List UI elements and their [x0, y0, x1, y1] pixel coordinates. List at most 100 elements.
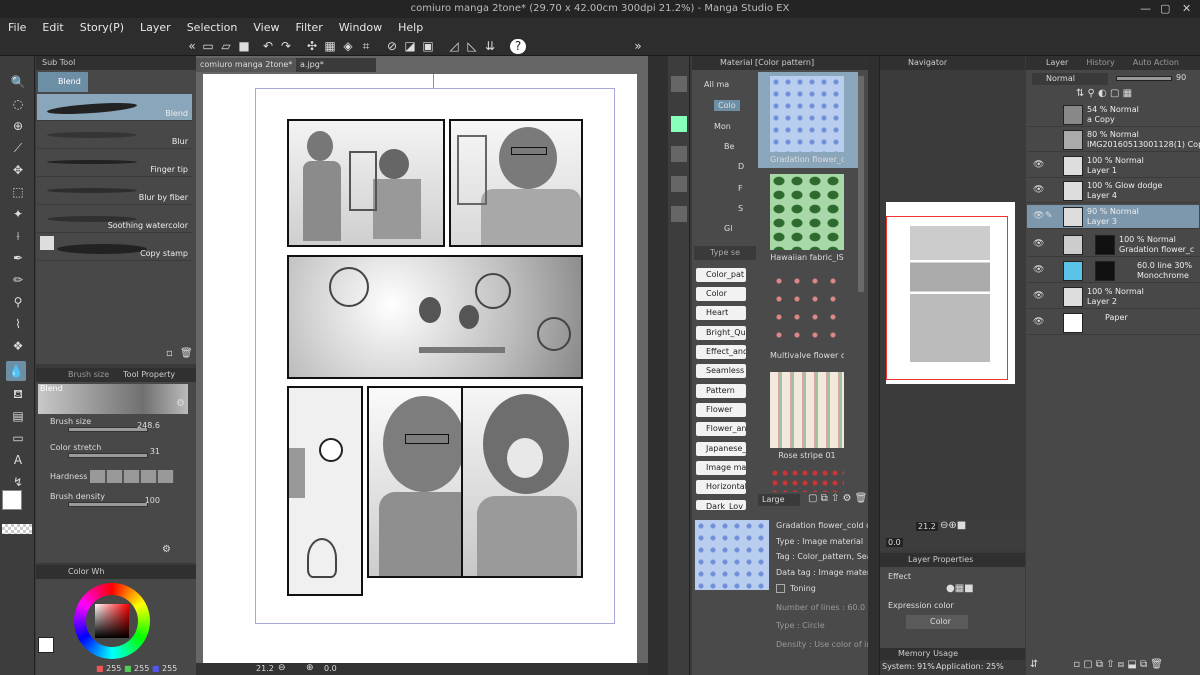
comic-panel-1[interactable] [287, 119, 445, 247]
layer-tab[interactable]: Layer [1046, 58, 1068, 67]
marquee-tool-icon[interactable]: ⬚ [8, 182, 28, 202]
visibility-eye-icon[interactable]: 👁 [1033, 185, 1044, 195]
tree-color-pattern[interactable]: Colo [714, 100, 740, 111]
comic-panel-2[interactable] [449, 119, 583, 247]
tag-dark-lov[interactable]: Dark_Lov [696, 500, 746, 510]
undo-icon[interactable]: ↶ [260, 39, 276, 54]
text-tool-icon[interactable]: A [8, 450, 28, 470]
visibility-eye-icon[interactable]: 👁 [1033, 239, 1044, 249]
menu-filter[interactable]: Filter [288, 18, 331, 38]
brush-blur[interactable]: Blur [37, 122, 192, 149]
visibility-eye-icon[interactable]: 👁 [1033, 211, 1044, 221]
view-size-select[interactable]: Large [758, 494, 800, 506]
material-dock-icon-5[interactable] [671, 206, 687, 222]
brush-soothing-watercolor[interactable]: Soothing watercolor [37, 206, 192, 233]
tree-item-f[interactable]: F [738, 184, 743, 193]
clear-icon[interactable]: ▦ [322, 39, 338, 54]
expression-color-select[interactable]: Color [906, 615, 968, 629]
figure-icon[interactable]: ▭ [8, 428, 28, 448]
tag-heart[interactable]: Heart [696, 306, 746, 320]
tag-color[interactable]: Color [696, 287, 746, 301]
material-dock-icon-2[interactable] [671, 116, 687, 132]
toning-checkbox[interactable] [776, 584, 785, 593]
line-tool-icon[interactable]: ⟋ [8, 138, 28, 158]
history-tab[interactable]: History [1086, 58, 1114, 67]
settings-icon[interactable]: ⚙ [162, 544, 171, 555]
layer-row[interactable]: 👁 100 % Normal Layer 1 [1027, 154, 1199, 178]
material-dock-icon-4[interactable] [671, 176, 687, 192]
tree-item-gl[interactable]: Gl [724, 224, 732, 233]
saturation-square[interactable] [95, 604, 129, 638]
manga-page[interactable] [203, 74, 637, 664]
layer-option-icons[interactable]: ⇅ ⚲ ◐ ▢ ▦ [1076, 88, 1132, 99]
material-item-gradation-flower[interactable]: Gradation flower_cold co [770, 76, 844, 164]
close-button[interactable]: ✕ [1182, 2, 1191, 15]
selection-border-icon[interactable]: ▣ [420, 39, 436, 54]
wrench-icon[interactable]: ⚙ [176, 398, 185, 409]
material-scrollbar[interactable] [858, 76, 864, 292]
menu-view[interactable]: View [245, 18, 287, 38]
deselect-icon[interactable]: ⊘ [384, 39, 400, 54]
tree-item-d[interactable]: D [738, 162, 744, 171]
save-icon[interactable]: ■ [236, 39, 252, 54]
layer-row[interactable]: 👁 60.0 line 30% Monochrome [1027, 259, 1199, 283]
tag-pattern[interactable]: Pattern [696, 384, 746, 398]
visibility-eye-icon[interactable]: 👁 [1033, 291, 1044, 301]
color-stretch-value[interactable]: 31 [136, 447, 160, 456]
gradient-icon[interactable]: ▤ [8, 406, 28, 426]
new-subtool-icon[interactable]: ▫ [166, 348, 173, 359]
pencil-icon[interactable]: ✏ [8, 270, 28, 290]
brush-icon[interactable]: ⚲ [8, 292, 28, 312]
new-file-icon[interactable]: ▭ [200, 39, 216, 54]
tag-horizontal[interactable]: Horizontal [696, 480, 746, 494]
tree-item-s[interactable]: S [738, 204, 743, 213]
opacity-value[interactable]: 90 [1176, 73, 1186, 82]
quick-brush-size[interactable]: 21.2 [916, 522, 938, 531]
sub-tool-group-tab[interactable]: Blend [38, 72, 88, 92]
material-item-hawaiian-fabric[interactable]: Hawaiian fabric_IS [770, 174, 844, 262]
layer-row-selected[interactable]: 👁 ✎ 90 % Normal Layer 3 [1027, 205, 1199, 229]
auto-select-icon[interactable]: ✦ [8, 204, 28, 224]
blend-mode-select[interactable]: Normal [1032, 73, 1108, 85]
help-icon[interactable]: ? [510, 39, 526, 54]
material-dock-icon-1[interactable] [671, 76, 687, 92]
opacity-slider[interactable] [1116, 76, 1172, 81]
quick-angle[interactable]: 0.0 [886, 538, 903, 547]
tag-color-pattern[interactable]: Color_pat [696, 268, 746, 282]
main-color-swatch[interactable] [2, 490, 22, 510]
comic-panel-6[interactable] [461, 386, 583, 578]
correct-line-icon[interactable]: ↯ [8, 472, 28, 492]
material-item-rose-stripe[interactable]: Rose stripe 01 [770, 372, 844, 460]
minimize-button[interactable]: — [1140, 2, 1151, 15]
comic-panel-3[interactable] [287, 255, 583, 379]
crop-icon[interactable]: ⌗ [358, 39, 374, 54]
brush-copy-stamp[interactable]: Copy stamp [37, 234, 192, 261]
eyedropper-icon[interactable]: ⟊ [8, 226, 28, 246]
transparent-swatch[interactable] [2, 524, 32, 534]
tag-effect-and[interactable]: Effect_and [696, 345, 746, 359]
open-folder-icon[interactable]: ▱ [218, 39, 234, 54]
zoom-in-icon[interactable]: ⊕ [306, 663, 314, 673]
brush-blend[interactable]: Blend [37, 94, 192, 121]
material-toolbar-icons[interactable]: ▢ ⧉ ⇧ ⚙ 🗑 [808, 493, 867, 504]
visibility-eye-icon[interactable]: 👁 [1033, 160, 1044, 170]
zoom-tool-icon[interactable]: 🔍 [8, 72, 28, 92]
tab-comiuro-manga[interactable]: comiuro manga 2tone* [196, 58, 297, 72]
menu-selection[interactable]: Selection [179, 18, 246, 38]
tag-image-mat[interactable]: Image mat [696, 461, 746, 475]
comic-panel-4[interactable] [287, 386, 363, 596]
tag-flower[interactable]: Flower [696, 403, 746, 417]
redo-icon[interactable]: ↷ [278, 39, 294, 54]
fill-tool-icon[interactable]: ⛾ [8, 384, 28, 404]
menu-story[interactable]: Story(P) [72, 18, 132, 38]
brush-blur-by-fiber[interactable]: Blur by fiber [37, 178, 192, 205]
collapse-right-icon[interactable]: » [630, 39, 646, 54]
tree-monochrome[interactable]: Mon [714, 122, 731, 131]
grid-snap-icon[interactable]: ⇊ [482, 39, 498, 54]
tag-flower-and[interactable]: Flower_and [696, 422, 746, 436]
angle-value[interactable]: 0.0 [324, 664, 337, 673]
invert-selection-icon[interactable]: ◪ [402, 39, 418, 54]
effect-icons[interactable]: ●▦■ [946, 583, 974, 594]
material-item-multivalve-flower[interactable]: Multivalve flower c_trans [770, 272, 844, 360]
auto-action-tab[interactable]: Auto Action [1133, 58, 1179, 67]
